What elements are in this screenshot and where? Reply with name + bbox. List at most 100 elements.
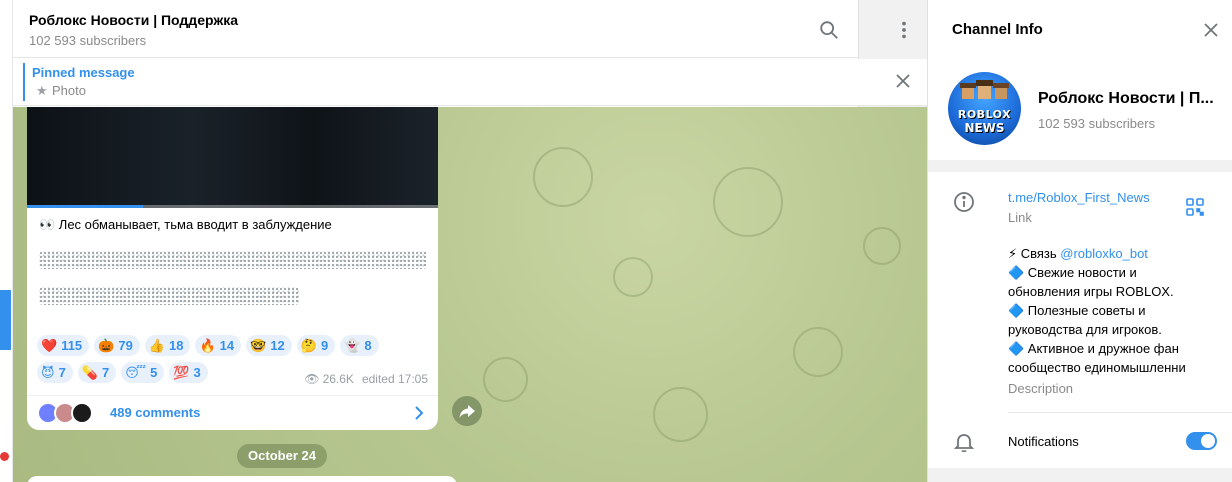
reaction-ghost[interactable]: 👻 8 xyxy=(340,335,379,356)
pinned-message-bar[interactable]: Pinned message ★ Photo xyxy=(13,59,927,106)
notifications-label: Notifications xyxy=(1008,434,1079,449)
close-icon[interactable] xyxy=(895,73,911,89)
reaction-hundred[interactable]: 💯 3 xyxy=(169,362,208,383)
message-meta: 👁 26.6K edited 17:05 xyxy=(304,372,428,386)
avatar-logo-text: NEWS xyxy=(964,121,1005,135)
chat-title[interactable]: Роблокс Новости | Поддержка xyxy=(29,12,238,28)
search-icon[interactable] xyxy=(818,19,840,41)
reaction-emoji: 👍 xyxy=(148,337,166,353)
reaction-emoji: 🔥 xyxy=(199,337,216,353)
toggle-knob xyxy=(1201,434,1215,448)
video-progress xyxy=(27,205,143,208)
channel-subscribers: 102 593 subscribers xyxy=(1038,116,1156,131)
reaction-count: 115 xyxy=(61,338,83,353)
channel-name: Роблокс Новости | П... xyxy=(1038,90,1214,107)
edited-time: edited 17:05 xyxy=(361,372,428,386)
reaction-devil[interactable]: 😈 7 xyxy=(37,362,73,383)
description-line: 🔷 Свежие новости и xyxy=(1008,265,1137,280)
message-bubble[interactable]: 👀 Лес обманывает, тьма вводит в заблужде… xyxy=(27,107,438,430)
reaction-emoji: 🤔 xyxy=(300,337,317,353)
avatar-figures xyxy=(960,80,1009,99)
description-text: ⚡ Связь xyxy=(1008,246,1061,261)
comments-button[interactable]: 489 comments xyxy=(27,395,438,430)
description-line: сообщество единомышленни xyxy=(1008,360,1186,375)
reaction-fire[interactable]: 🔥 14 xyxy=(195,335,242,356)
chat-header: Роблокс Новости | Поддержка 102 593 subs… xyxy=(13,0,927,482)
reaction-count: 7 xyxy=(101,365,110,380)
reaction-emoji: 💊 xyxy=(81,364,98,380)
reaction-pumpkin[interactable]: 🎃 79 xyxy=(94,335,140,356)
share-icon xyxy=(459,405,475,418)
notifications-toggle[interactable] xyxy=(1186,432,1217,450)
reaction-emoji: 💯 xyxy=(173,364,190,380)
reaction-sleeping[interactable]: 😴 5 xyxy=(121,362,165,383)
reaction-heart[interactable]: ❤️ 115 xyxy=(37,335,90,356)
reaction-count: 8 xyxy=(364,338,372,353)
reaction-count: 3 xyxy=(193,365,201,380)
chat-column: Роблокс Новости | Поддержка 102 593 subs… xyxy=(13,0,927,482)
panel-title: Channel Info xyxy=(952,21,1043,38)
reaction-count: 9 xyxy=(320,338,329,353)
reaction-emoji: ❤️ xyxy=(41,337,58,353)
reaction-emoji: 😴 xyxy=(125,364,147,380)
description-line: руководства для игроков. xyxy=(1008,322,1162,337)
reactions-row-1: ❤️ 115 🎃 79 👍 18 🔥 14 🤓 12 🤔 9 👻 8 xyxy=(37,335,432,356)
pinned-accent-bar xyxy=(23,63,25,101)
reaction-thumbs-up[interactable]: 👍 18 xyxy=(144,335,191,356)
description-line: обновления игры ROBLOX. xyxy=(1008,284,1174,299)
reaction-emoji: 🎃 xyxy=(98,337,115,353)
avatar xyxy=(71,402,93,424)
channel-link-label: Link xyxy=(1008,210,1032,225)
pinned-label: Pinned message xyxy=(32,65,135,80)
bell-icon xyxy=(953,434,975,453)
channel-details: t.me/Roblox_First_News Link ⚡ Связь @rob… xyxy=(928,172,1232,468)
qr-code-icon[interactable] xyxy=(1186,198,1204,216)
reaction-count: 79 xyxy=(118,338,133,353)
eye-icon: 👁 xyxy=(304,372,320,386)
video-thumbnail[interactable] xyxy=(27,107,438,208)
chevron-right-icon xyxy=(415,406,424,420)
pin-icon: ★ xyxy=(36,83,48,98)
reaction-count: 7 xyxy=(58,365,66,380)
spoiler-text[interactable] xyxy=(39,287,299,305)
channel-description: ⚡ Связь @robloxko_bot 🔷 Свежие новости и… xyxy=(1008,244,1218,377)
pinned-preview: ★ Photo xyxy=(36,83,86,99)
selected-chat-indicator xyxy=(0,290,11,350)
date-separator: October 24 xyxy=(237,444,327,468)
description-line: 🔷 Полезные советы и xyxy=(1008,303,1146,318)
pinned-preview-text: Photo xyxy=(52,83,86,98)
share-button[interactable] xyxy=(452,396,482,426)
info-icon xyxy=(954,192,974,212)
reaction-emoji: 😈 xyxy=(41,364,55,380)
next-message-bubble[interactable] xyxy=(27,476,457,482)
channel-link[interactable]: t.me/Roblox_First_News xyxy=(1008,190,1150,205)
unread-dot xyxy=(0,452,9,461)
chat-list-edge xyxy=(0,0,13,482)
channel-avatar[interactable]: ROBLOX NEWS xyxy=(948,72,1021,145)
description-line: ⚡ Связь @robloxko_bot xyxy=(1008,244,1218,263)
description-label: Description xyxy=(1008,381,1074,396)
reaction-count: 5 xyxy=(150,365,158,380)
comments-label: 489 comments xyxy=(110,405,201,420)
close-icon[interactable] xyxy=(1203,22,1219,38)
more-vertical-icon[interactable] xyxy=(893,19,915,41)
message-text: 👀 Лес обманывает, тьма вводит в заблужде… xyxy=(39,217,332,232)
panel-header: Channel Info xyxy=(928,0,1232,58)
channel-info-panel: Channel Info ROBLOX NEWS Роблокс Новости… xyxy=(927,0,1232,482)
avatar-logo-text: ROBLOX xyxy=(957,108,1012,121)
chat-subscribers: 102 593 subscribers xyxy=(29,33,147,48)
reaction-thinking[interactable]: 🤔 9 xyxy=(296,335,336,356)
view-count: 26.6K xyxy=(322,372,354,386)
bot-mention-link[interactable]: @robloxko_bot xyxy=(1060,246,1148,261)
channel-profile: ROBLOX NEWS Роблокс Новости | П... 102 5… xyxy=(928,58,1232,160)
description-line: 🔷 Активное и дружное фан xyxy=(1008,341,1179,356)
reaction-emoji: 👻 xyxy=(344,337,361,353)
reaction-count: 12 xyxy=(270,338,285,353)
reaction-count: 14 xyxy=(219,338,235,353)
divider xyxy=(1008,412,1232,413)
reaction-pill[interactable]: 💊 7 xyxy=(77,362,117,383)
spoiler-text[interactable] xyxy=(39,251,427,269)
reaction-count: 18 xyxy=(169,338,184,353)
reaction-nerd[interactable]: 🤓 12 xyxy=(246,335,292,356)
reaction-emoji: 🤓 xyxy=(250,337,267,353)
